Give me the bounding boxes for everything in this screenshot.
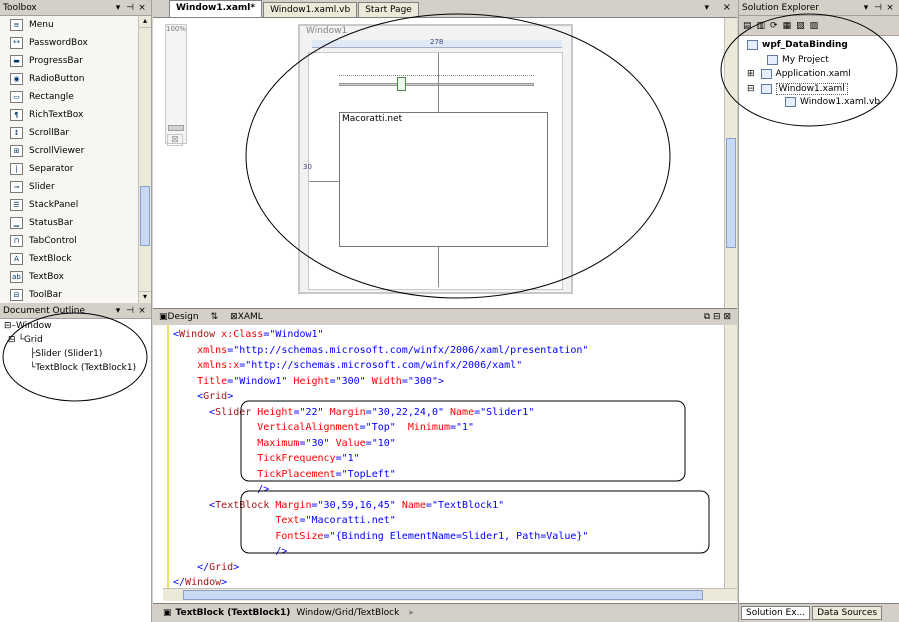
toolbar-icon: ⊟ bbox=[10, 289, 23, 301]
scrollbar-icon: ↕ bbox=[10, 127, 23, 139]
panel-bottom-tabs: Solution Ex... Data Sources bbox=[739, 603, 899, 622]
statusbar-icon: ▁ bbox=[10, 217, 23, 229]
toolbox-item-toolbar[interactable]: ⊟ ToolBar bbox=[0, 286, 151, 303]
scroll-down-icon[interactable]: ▾ bbox=[139, 291, 151, 303]
scroll-up-icon[interactable]: ▴ bbox=[139, 16, 151, 28]
toolbox-item-progressbar[interactable]: ▬ ProgressBar bbox=[0, 52, 151, 70]
tab-solution-explorer[interactable]: Solution Ex... bbox=[741, 606, 811, 620]
stackpanel-icon: ☰ bbox=[10, 199, 23, 211]
annotation-ellipse bbox=[2, 312, 148, 402]
solution-explorer-panel: Solution Explorer ▾ ⊣ × ▤ ▥ ⟳ ▦ ▧ ▨ wpf_… bbox=[720, 0, 899, 622]
code-scrollbar[interactable] bbox=[724, 325, 737, 588]
toolbox-item-label: Separator bbox=[29, 164, 74, 174]
toolbox-item-label: TabControl bbox=[29, 236, 77, 246]
passwordbox-icon: ** bbox=[10, 37, 23, 49]
toolbox-item-label: StackPanel bbox=[29, 200, 79, 210]
toolbox-item-label: RadioButton bbox=[29, 74, 85, 84]
toolbox-item-label: RichTextBox bbox=[29, 110, 84, 120]
document-outline-panel: Document Outline ▾ ⊣ × ⊟–Window ⊟ └Grid … bbox=[0, 303, 152, 622]
toolbox-item-label: Slider bbox=[29, 182, 55, 192]
toolbox-item-stackpanel[interactable]: ☰ StackPanel bbox=[0, 196, 151, 214]
pin-icon[interactable]: ⊣ bbox=[124, 3, 136, 13]
progressbar-icon: ▬ bbox=[10, 55, 23, 67]
toolbox-scrollbar[interactable]: ▴ ▾ bbox=[138, 16, 151, 303]
toolbox-item-textbox[interactable]: ab TextBox bbox=[0, 268, 151, 286]
design-surface: 100% ⊠ Window1 278 30 Macoratti.net bbox=[153, 13, 737, 308]
toolbox-item-label: ScrollViewer bbox=[29, 146, 85, 156]
toolbox-panel: Toolbox ▾ ⊣ × ≡ Menu ** PasswordBox ▬ Progres… bbox=[0, 0, 152, 303]
toolbox-item-richtextbox[interactable]: ¶ RichTextBox bbox=[0, 106, 151, 124]
toolbox-item-separator[interactable]: | Separator bbox=[0, 160, 151, 178]
slider-icon: ⊸ bbox=[10, 181, 23, 193]
designer-panel: Window1.xaml* Window1.xaml.vb Start Page… bbox=[153, 0, 737, 622]
toolbox-titlebar: Toolbox ▾ ⊣ × bbox=[0, 0, 151, 16]
toolbox-item-label: Menu bbox=[29, 20, 54, 30]
tabcontrol-icon: ⊓ bbox=[10, 235, 23, 247]
element-icon: ▣ bbox=[163, 608, 172, 618]
toolbox-item-label: TextBox bbox=[29, 272, 64, 282]
dropdown-icon[interactable]: ▾ bbox=[112, 3, 124, 13]
split-tabs: ▣ Design ⇅ ⊠ XAML ⧉ ⊟ ⊠ bbox=[153, 308, 737, 325]
toolbox-item-label: TextBlock bbox=[29, 254, 72, 264]
toolbox-item-rectangle[interactable]: ▭ Rectangle bbox=[0, 88, 151, 106]
fit-icon[interactable]: ⊠ bbox=[167, 134, 183, 146]
toolbox-item-menu[interactable]: ≡ Menu bbox=[0, 16, 151, 34]
toolbox-item-radiobutton[interactable]: ◉ RadioButton bbox=[0, 70, 151, 88]
toolbox-item-tabcontrol[interactable]: ⊓ TabControl bbox=[0, 232, 151, 250]
richtextbox-icon: ¶ bbox=[10, 109, 23, 121]
textbox-icon: ab bbox=[10, 271, 23, 283]
swap-icon[interactable]: ⇅ bbox=[205, 311, 225, 323]
element-path[interactable]: Window/Grid/TextBlock bbox=[296, 608, 399, 618]
toolbox-item-label: ToolBar bbox=[29, 290, 62, 300]
toolbox-item-label: Rectangle bbox=[29, 92, 74, 102]
tab-design[interactable]: ▣ Design bbox=[153, 311, 205, 323]
toolbox-item-label: ProgressBar bbox=[29, 56, 83, 66]
zoom-label: 100% bbox=[166, 25, 187, 33]
tab-xaml[interactable]: ⊠ XAML bbox=[224, 311, 269, 323]
zoom-control[interactable]: 100% bbox=[165, 24, 187, 144]
textblock-icon: A bbox=[10, 253, 23, 265]
toolbox-title: Toolbox bbox=[3, 2, 37, 13]
menu-icon: ≡ bbox=[10, 19, 23, 31]
zoom-thumb[interactable] bbox=[168, 125, 184, 131]
annotation-ellipse bbox=[245, 13, 671, 299]
scrollviewer-icon: ⊞ bbox=[10, 145, 23, 157]
breadcrumb-arrow-icon: ▸ bbox=[409, 608, 414, 618]
rectangle-icon: ▭ bbox=[10, 91, 23, 103]
hscroll-thumb[interactable] bbox=[183, 590, 703, 600]
toolbox-item-slider[interactable]: ⊸ Slider bbox=[0, 178, 151, 196]
toolbox-item-label: PasswordBox bbox=[29, 38, 88, 48]
scroll-thumb[interactable] bbox=[726, 138, 736, 248]
toolbox-list: ≡ Menu ** PasswordBox ▬ ProgressBar ◉ RadioButt… bbox=[0, 16, 151, 303]
toolbox-item-passwordbox[interactable]: ** PasswordBox bbox=[0, 34, 151, 52]
scroll-thumb[interactable] bbox=[140, 186, 150, 246]
selection-breadcrumb: ▣ TextBlock (TextBlock1) Window/Grid/Tex… bbox=[153, 603, 737, 622]
separator-icon: | bbox=[10, 163, 23, 175]
close-icon[interactable]: × bbox=[136, 3, 148, 13]
xaml-editor[interactable]: <Window x:Class="Window1" xmlns="http://… bbox=[153, 325, 737, 588]
radiobutton-icon: ◉ bbox=[10, 73, 23, 85]
code-hscrollbar[interactable] bbox=[163, 588, 737, 601]
pane-layout-icons[interactable]: ⧉ ⊟ ⊠ bbox=[704, 312, 731, 322]
toolbox-item-textblock[interactable]: A TextBlock bbox=[0, 250, 151, 268]
toolbox-item-label: ScrollBar bbox=[29, 128, 70, 138]
tab-data-sources[interactable]: Data Sources bbox=[812, 606, 883, 620]
toolbox-item-scrollviewer[interactable]: ⊞ ScrollViewer bbox=[0, 142, 151, 160]
annotation-ellipse bbox=[720, 13, 898, 127]
toolbox-item-scrollbar[interactable]: ↕ ScrollBar bbox=[0, 124, 151, 142]
selected-element[interactable]: TextBlock (TextBlock1) bbox=[176, 608, 291, 618]
toolbox-item-label: StatusBar bbox=[29, 218, 74, 228]
annotation-boxes bbox=[240, 400, 710, 554]
toolbox-item-statusbar[interactable]: ▁ StatusBar bbox=[0, 214, 151, 232]
